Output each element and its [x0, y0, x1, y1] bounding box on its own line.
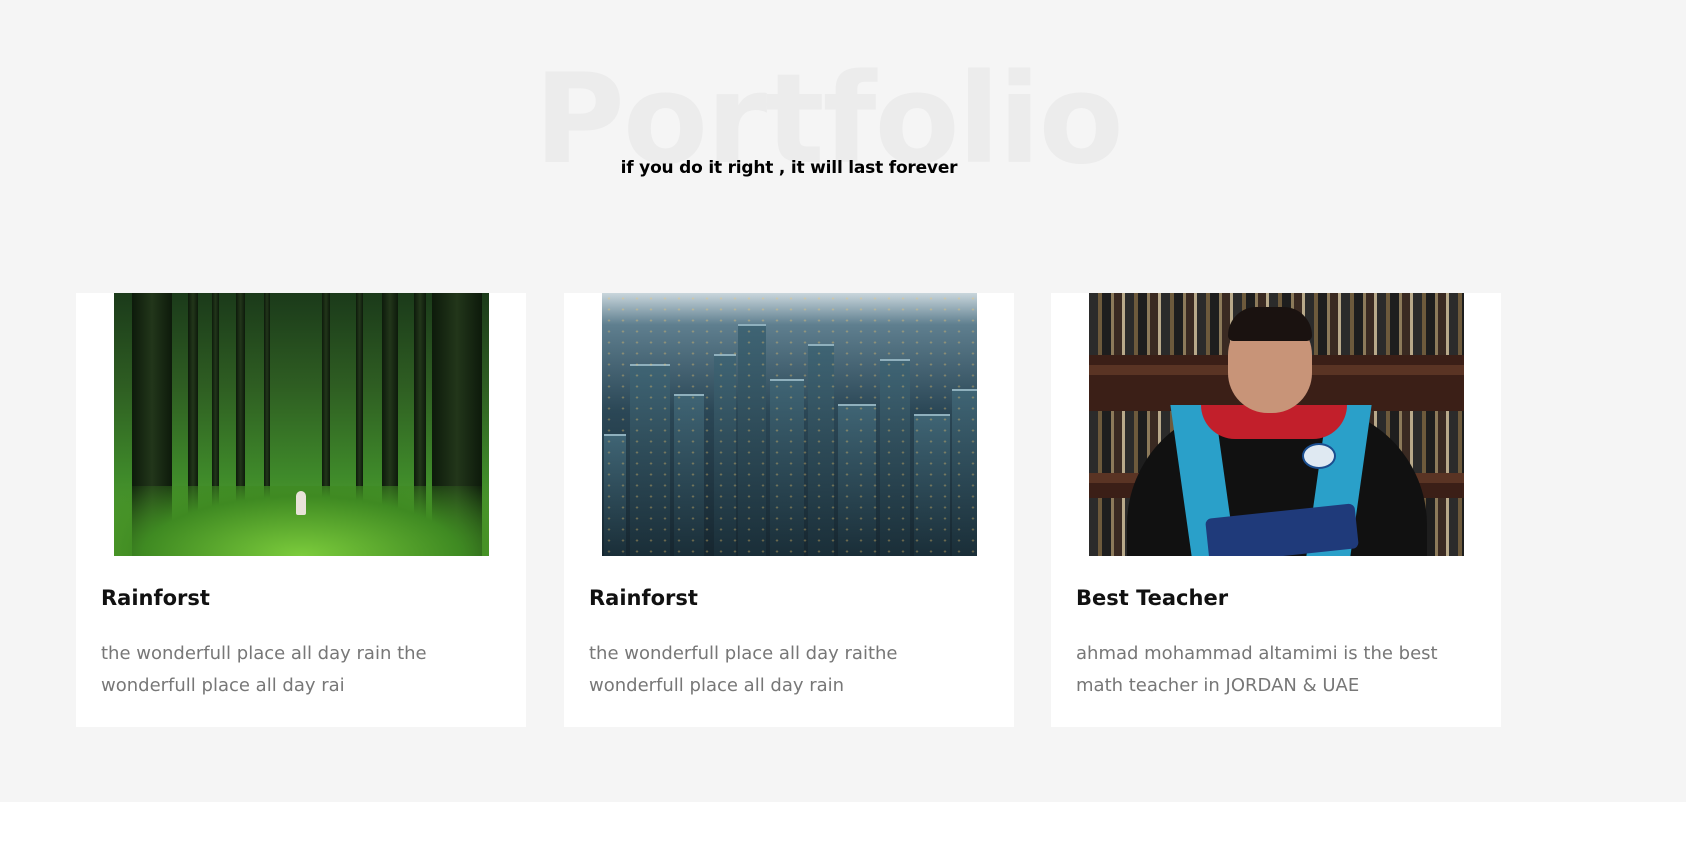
card-title: Rainforst	[589, 586, 698, 610]
city-image[interactable]	[602, 293, 977, 556]
person-figure	[296, 491, 306, 515]
page-bottom-area	[0, 802, 1686, 864]
portfolio-card[interactable]: Rainforst the wonderfull place all day r…	[76, 293, 526, 727]
card-description: the wonderfull place all day rain the wo…	[101, 643, 427, 696]
portfolio-section: Portfolio if you do it right , it will l…	[0, 0, 1686, 802]
card-description: ahmad mohammad altamimi is the best math…	[1076, 643, 1438, 696]
portfolio-subtitle: if you do it right , it will last foreve…	[620, 158, 958, 178]
portfolio-card[interactable]: Best Teacher ahmad mohammad altamimi is …	[1051, 293, 1501, 727]
teacher-image[interactable]	[1089, 293, 1464, 556]
university-badge	[1302, 443, 1336, 469]
city-lights	[602, 293, 977, 556]
forest-image[interactable]	[114, 293, 489, 556]
card-description: the wonderfull place all day raithe wond…	[589, 643, 898, 696]
card-title: Rainforst	[101, 586, 210, 610]
card-title: Best Teacher	[1076, 586, 1229, 610]
portfolio-card[interactable]: Rainforst the wonderfull place all day r…	[564, 293, 1014, 727]
person-hair	[1228, 307, 1312, 341]
